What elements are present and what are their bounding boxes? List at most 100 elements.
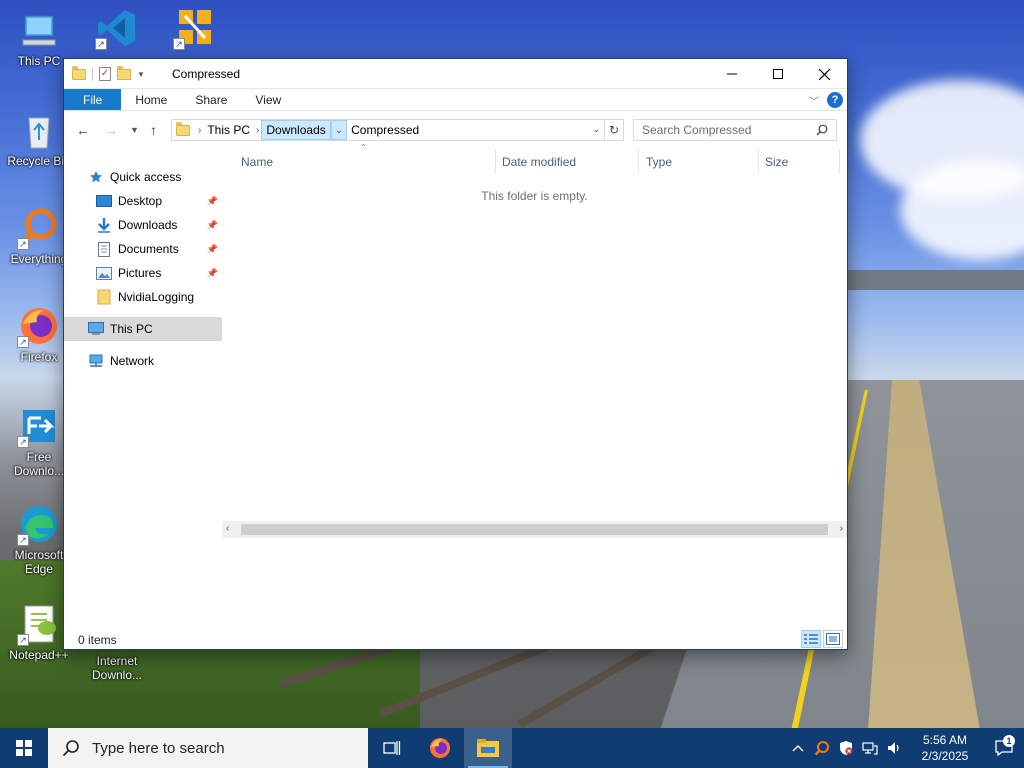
nav-label: Pictures (118, 266, 162, 280)
folder-icon (176, 121, 190, 136)
tray-volume[interactable] (882, 728, 906, 768)
nav-item-nvidialogging[interactable]: NvidiaLogging (64, 285, 222, 309)
column-date-modified[interactable]: Date modified (502, 155, 576, 169)
network-icon (862, 742, 878, 755)
maximize-button[interactable] (755, 59, 801, 89)
pin-icon[interactable]: 📌 (207, 268, 218, 279)
search-box[interactable] (633, 119, 837, 141)
tab-share[interactable]: Share (181, 89, 241, 110)
help-icon[interactable]: ? (827, 92, 843, 108)
item-count: 0 items (78, 633, 117, 647)
address-history-dropdown-icon[interactable]: ⌄ (592, 124, 600, 135)
tray-security[interactable] (834, 728, 858, 768)
taskbar-firefox[interactable] (416, 728, 464, 768)
sort-ascending-icon: ⌃ (360, 143, 367, 152)
breadcrumb-compressed[interactable]: Compressed (347, 120, 423, 140)
taskbar-file-explorer[interactable] (464, 728, 512, 768)
scroll-left-icon[interactable]: ‹ (226, 523, 229, 534)
nav-quick-access[interactable]: Quick access (64, 165, 222, 189)
breadcrumb-dropdown-icon[interactable]: ⌄ (330, 120, 348, 140)
nav-item-downloads[interactable]: Downloads 📌 (64, 213, 222, 237)
nav-label: Network (110, 354, 155, 368)
start-button[interactable] (0, 728, 48, 768)
minimize-button[interactable] (709, 59, 755, 89)
pin-icon[interactable]: 📌 (207, 196, 218, 207)
properties-icon[interactable]: ✓ (99, 67, 111, 81)
empty-folder-message: This folder is empty. (481, 189, 588, 203)
column-name[interactable]: Name (241, 155, 273, 169)
speaker-icon (888, 742, 899, 754)
desktop-folder-icon (96, 193, 112, 209)
nav-item-desktop[interactable]: Desktop 📌 (64, 189, 222, 213)
nav-label: NvidiaLogging (118, 290, 195, 304)
forward-button[interactable]: → (104, 122, 118, 138)
breadcrumb-downloads[interactable]: Downloads (261, 120, 331, 140)
shortcut-arrow-icon: ↗ (173, 38, 185, 50)
network-icon (88, 353, 104, 369)
horizontal-scrollbar[interactable]: ‹ › (222, 521, 847, 538)
shortcut-arrow-icon: ↗ (17, 534, 29, 546)
shortcut-arrow-icon: ↗ (17, 238, 29, 250)
nav-this-pc[interactable]: This PC (64, 317, 222, 341)
new-folder-icon[interactable] (117, 65, 131, 80)
file-list[interactable]: ⌃ Name Date modified Type Size This fold… (222, 143, 847, 611)
pin-icon[interactable]: 📌 (207, 220, 218, 231)
nav-item-pictures[interactable]: Pictures 📌 (64, 261, 222, 285)
pin-icon[interactable]: 📌 (207, 244, 218, 255)
large-icons-view-button[interactable] (823, 630, 843, 648)
navigation-pane[interactable]: Quick access Desktop 📌 Downloads 📌 Docum… (64, 149, 222, 611)
download-arrow-icon (96, 217, 112, 233)
details-view-icon (804, 634, 818, 644)
notification-count-badge: 1 (1003, 735, 1015, 747)
recycle-bin-icon (28, 117, 50, 149)
customize-toolbar-icon[interactable]: ▼ (137, 70, 145, 79)
taskbar: Type here to search 5:56 AM 2/3/2025 1 (0, 728, 1024, 768)
tab-home[interactable]: Home (121, 89, 181, 110)
breadcrumb-separator-icon[interactable]: › (254, 125, 261, 136)
tab-view[interactable]: View (241, 89, 295, 110)
breadcrumb-this-pc[interactable]: This PC (203, 120, 254, 140)
address-bar[interactable]: › This PC › Downloads ⌄ Compressed ⌄ (171, 119, 605, 141)
shortcut-arrow-icon: ↗ (17, 634, 29, 646)
ribbon-tabs: File Home Share View ﹀ ? (64, 89, 847, 111)
details-view-button[interactable] (801, 630, 821, 648)
taskbar-search-placeholder: Type here to search (92, 739, 225, 757)
column-type[interactable]: Type (646, 155, 672, 169)
search-input[interactable] (634, 123, 809, 137)
task-view-button[interactable] (368, 728, 416, 768)
close-button[interactable] (801, 59, 847, 89)
column-size[interactable]: Size (765, 155, 788, 169)
nav-network[interactable]: Network (64, 349, 222, 373)
breadcrumb-separator-icon[interactable]: › (196, 125, 203, 136)
firefox-icon (430, 738, 450, 758)
desktop-icon-label: Notepad++ (9, 648, 69, 662)
scroll-right-icon[interactable]: › (840, 523, 843, 534)
recent-locations-button[interactable]: ▼ (130, 125, 139, 135)
clock-time: 5:56 AM (922, 733, 968, 747)
quick-access-toolbar: ✓ ▼ (72, 65, 145, 82)
everything-search-icon (814, 741, 829, 756)
tray-network[interactable] (858, 728, 882, 768)
shortcut-arrow-icon: ↗ (95, 38, 107, 50)
up-button[interactable]: ↑ (150, 122, 157, 138)
action-center-button[interactable]: 1 (984, 735, 1024, 756)
task-view-icon (383, 741, 401, 755)
taskbar-search-box[interactable]: Type here to search (48, 728, 368, 768)
nav-item-documents[interactable]: Documents 📌 (64, 237, 222, 261)
shortcut-arrow-icon: ↗ (17, 336, 29, 348)
desktop-icon-app[interactable]: ↗ (160, 6, 230, 52)
column-headers: ⌃ Name Date modified Type Size (222, 143, 842, 173)
back-button[interactable]: ← (76, 122, 90, 138)
file-explorer-window: ✓ ▼ Compressed File Home Share View ﹀ ? … (63, 58, 848, 650)
chevron-up-icon (792, 745, 804, 752)
show-hidden-icons-button[interactable] (786, 728, 810, 768)
refresh-button[interactable]: ↻ (605, 119, 624, 141)
title-bar[interactable]: ✓ ▼ Compressed (64, 59, 847, 89)
windows-logo-icon (16, 740, 32, 756)
tab-file[interactable]: File (64, 89, 122, 110)
scrollbar-thumb[interactable] (241, 524, 828, 535)
tray-everything[interactable] (810, 728, 834, 768)
taskbar-clock[interactable]: 5:56 AM 2/3/2025 (906, 732, 984, 764)
expand-ribbon-icon[interactable]: ﹀ (809, 93, 819, 108)
desktop-icon-vscode[interactable]: ↗ (82, 6, 152, 52)
